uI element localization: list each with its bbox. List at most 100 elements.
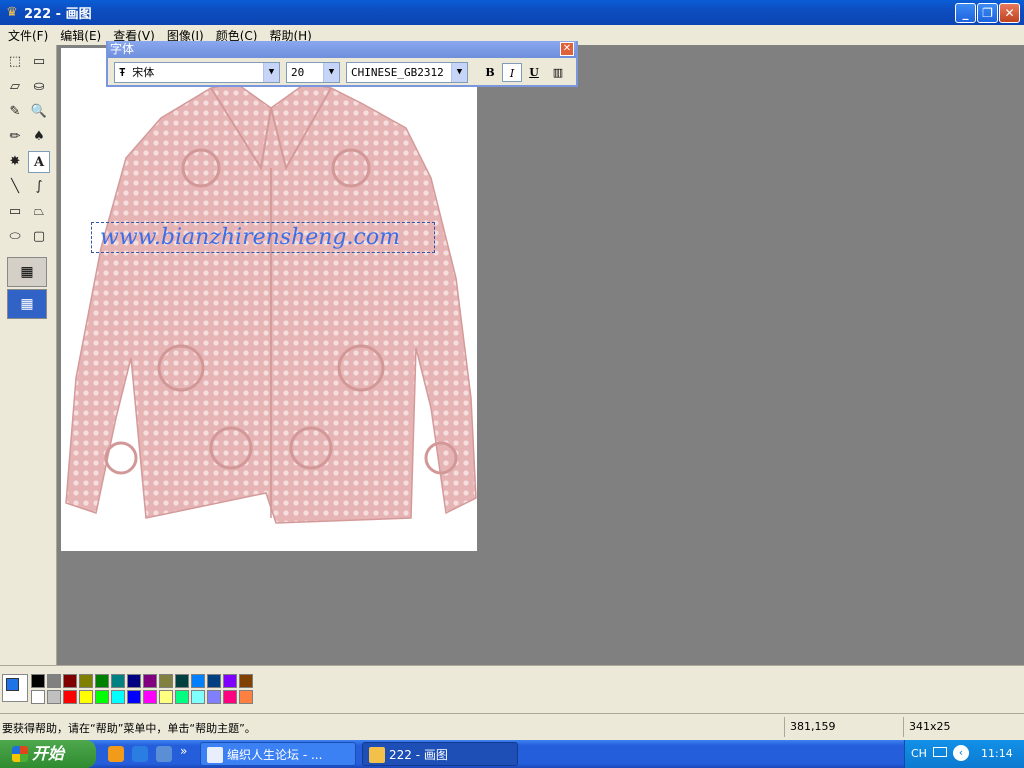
drawing-canvas[interactable]: [61, 48, 477, 551]
window-title: 222 - 画图: [24, 7, 92, 22]
free-select-icon[interactable]: ⬚: [4, 51, 26, 73]
language-indicator[interactable]: CH: [911, 747, 927, 760]
paint-icon: [369, 747, 385, 763]
font-toolbar-close-button[interactable]: ✕: [560, 42, 574, 56]
status-bar: 要获得帮助，请在“帮助”菜单中，单击“帮助主题”。 381,159 341x25: [0, 713, 1024, 740]
line-icon[interactable]: ╲: [4, 176, 26, 198]
palette-swatch[interactable]: [63, 674, 77, 688]
magnifier-icon[interactable]: 🔍: [28, 101, 50, 123]
palette-swatch[interactable]: [127, 690, 141, 704]
selection-size: 341x25: [903, 717, 1019, 737]
palette-swatch[interactable]: [31, 674, 45, 688]
palette-swatch[interactable]: [159, 690, 173, 704]
menu-edit[interactable]: 编辑(E): [54, 27, 107, 44]
ie-page-icon: [207, 747, 223, 763]
chevron-down-icon[interactable]: ▼: [451, 63, 467, 82]
keyboard-icon[interactable]: [933, 747, 947, 757]
text-entry-box[interactable]: www.bianzhirensheng.com: [91, 222, 435, 253]
rectangle-icon[interactable]: ▭: [4, 201, 26, 223]
palette-swatch[interactable]: [239, 674, 253, 688]
palette-swatch[interactable]: [111, 674, 125, 688]
brush-icon[interactable]: ♠: [28, 126, 50, 148]
palette-swatch[interactable]: [63, 690, 77, 704]
chevron-down-icon[interactable]: ▼: [263, 63, 279, 82]
charset-select[interactable]: CHINESE_GB2312 ▼: [346, 62, 468, 83]
palette-swatch[interactable]: [207, 674, 221, 688]
taskbar: 开始 » 编织人生论坛 - ... 222 - 画图 CH ‹ 11:14: [0, 740, 1024, 768]
status-message: 要获得帮助，请在“帮助”菜单中，单击“帮助主题”。: [2, 722, 256, 735]
palette-swatch[interactable]: [111, 690, 125, 704]
palette-swatch[interactable]: [47, 674, 61, 688]
palette-swatch[interactable]: [143, 674, 157, 688]
palette-swatch[interactable]: [143, 690, 157, 704]
rounded-rect-icon[interactable]: ▢: [28, 226, 50, 248]
current-colors[interactable]: [2, 674, 28, 702]
chevron-down-icon[interactable]: ▼: [323, 63, 339, 82]
polygon-icon[interactable]: ⏢: [28, 201, 50, 223]
taskbar-item-forum[interactable]: 编织人生论坛 - ...: [200, 742, 356, 766]
palette-swatch[interactable]: [191, 674, 205, 688]
palette-swatch[interactable]: [159, 674, 173, 688]
palette-swatch[interactable]: [175, 690, 189, 704]
font-size-value: 20: [291, 66, 305, 79]
airbrush-icon[interactable]: ✸: [4, 151, 26, 173]
eraser-icon[interactable]: ▱: [4, 76, 26, 98]
font-name-select[interactable]: Ŧ 宋体 ▼: [114, 62, 280, 83]
ellipse-icon[interactable]: ⬭: [4, 226, 26, 248]
font-toolbar-title: 字体 ✕: [108, 41, 576, 58]
palette-swatch[interactable]: [239, 690, 253, 704]
task-label: 编织人生论坛 - ...: [227, 748, 323, 762]
chevron-left-icon[interactable]: ‹: [953, 745, 969, 761]
font-size-select[interactable]: 20 ▼: [286, 62, 340, 83]
vertical-text-button[interactable]: ▥: [548, 63, 568, 82]
minimize-button[interactable]: _: [955, 3, 976, 23]
palette-swatch[interactable]: [47, 690, 61, 704]
menu-file[interactable]: 文件(F): [2, 27, 54, 44]
palette-swatch[interactable]: [175, 674, 189, 688]
underline-button[interactable]: U: [524, 63, 544, 82]
charset-value: CHINESE_GB2312: [351, 66, 444, 79]
start-label: 开始: [32, 744, 65, 763]
restore-button[interactable]: ❐: [977, 3, 998, 23]
rect-select-icon[interactable]: ▭: [28, 51, 50, 73]
title-bar: ♛ 222 - 画图 _ ❐ ✕: [0, 0, 1024, 25]
task-label: 222 - 画图: [389, 748, 448, 762]
curve-icon[interactable]: ∫: [28, 176, 50, 198]
font-toolbar: 字体 ✕ Ŧ 宋体 ▼ 20 ▼ CHINESE_GB2312 ▼ B I U …: [106, 41, 578, 87]
system-tray: CH ‹ 11:14: [904, 740, 1024, 768]
quicklaunch-desktop-icon[interactable]: [156, 746, 172, 762]
text-tool-icon[interactable]: A: [28, 151, 50, 173]
toolbox: ⬚ ▭ ▱ ⛀ ✎ 🔍 ✏ ♠ ✸ A ╲ ∫ ▭ ⏢ ⬭ ▢ ▦ ▦: [0, 45, 57, 665]
quicklaunch-ie-icon[interactable]: [132, 746, 148, 762]
italic-button[interactable]: I: [502, 63, 522, 82]
windows-logo-icon: [12, 746, 28, 762]
pencil-icon[interactable]: ✏: [4, 126, 26, 148]
palette-swatch[interactable]: [95, 690, 109, 704]
cursor-coordinates: 381,159: [784, 717, 902, 737]
taskbar-item-paint[interactable]: 222 - 画图: [362, 742, 518, 766]
fill-bucket-icon[interactable]: ⛀: [28, 76, 50, 98]
truetype-icon: Ŧ: [119, 66, 126, 79]
palette-swatch[interactable]: [31, 690, 45, 704]
bold-button[interactable]: B: [480, 63, 500, 82]
palette-swatch[interactable]: [223, 690, 237, 704]
color-palette: [0, 665, 1024, 713]
opaque-background-option[interactable]: ▦: [7, 257, 47, 287]
transparent-background-option[interactable]: ▦: [7, 289, 47, 319]
palette-swatch[interactable]: [95, 674, 109, 688]
quicklaunch-browser-icon[interactable]: [108, 746, 124, 762]
palette-swatch[interactable]: [79, 674, 93, 688]
palette-swatch[interactable]: [191, 690, 205, 704]
color-picker-icon[interactable]: ✎: [4, 101, 26, 123]
start-button[interactable]: 开始: [0, 740, 96, 768]
quicklaunch-more-icon[interactable]: »: [180, 744, 187, 758]
font-toolbar-label: 字体: [110, 42, 135, 56]
palette-swatch[interactable]: [207, 690, 221, 704]
close-button[interactable]: ✕: [999, 3, 1020, 23]
paint-icon: ♛: [6, 4, 18, 20]
clock: 11:14: [981, 747, 1013, 760]
foreground-color[interactable]: [6, 678, 19, 691]
palette-swatch[interactable]: [79, 690, 93, 704]
palette-swatch[interactable]: [127, 674, 141, 688]
palette-swatch[interactable]: [223, 674, 237, 688]
